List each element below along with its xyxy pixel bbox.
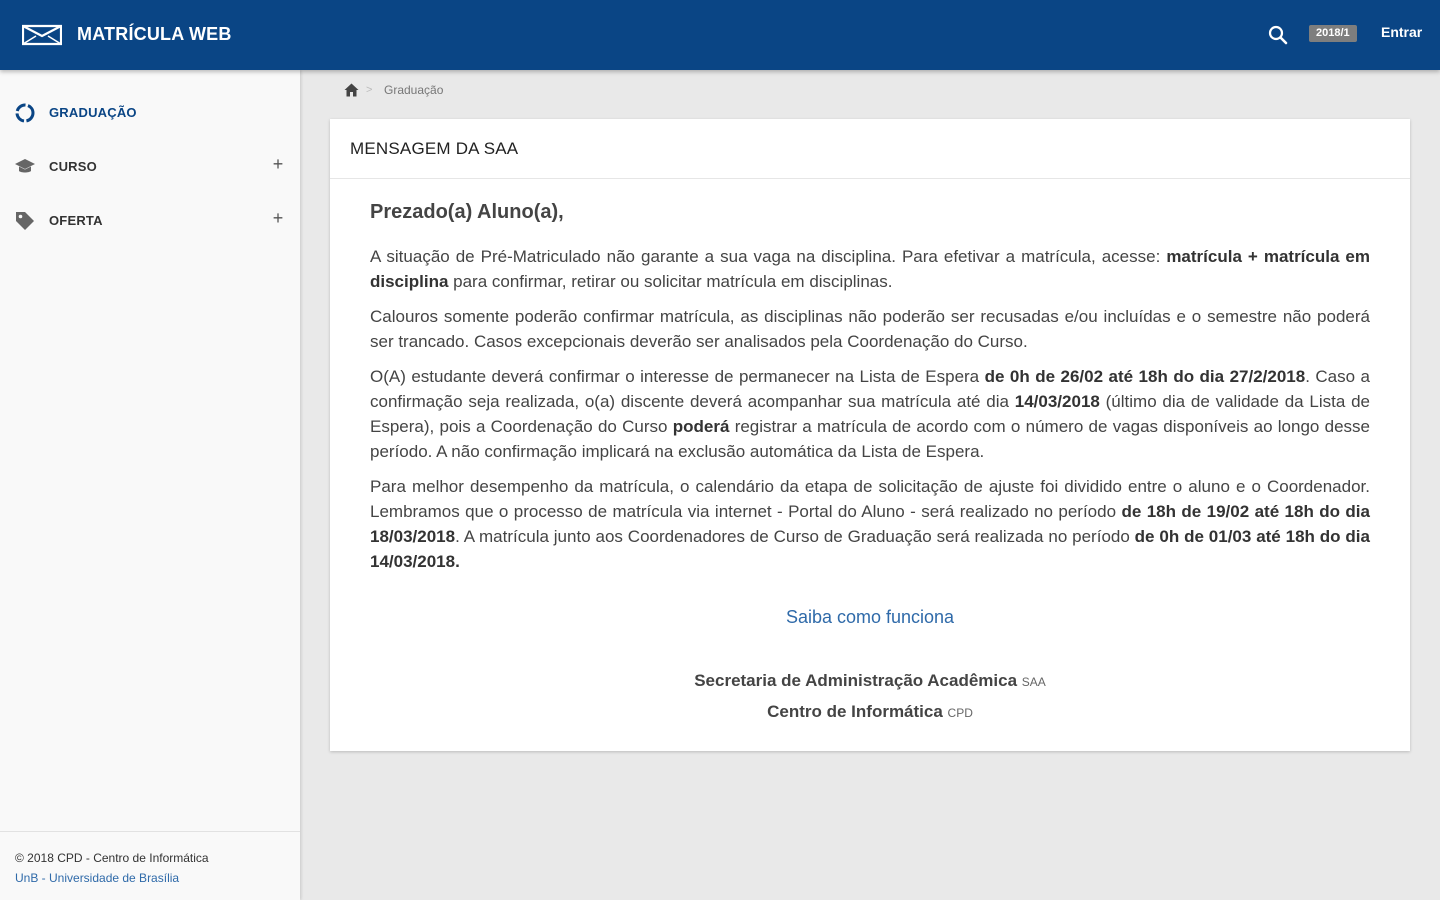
paragraph-calendario: Para melhor desempenho da matrícula, o c…: [370, 477, 1370, 571]
sidebar-item-curso[interactable]: CURSO +: [0, 146, 300, 186]
mortarboard-icon: [15, 159, 35, 173]
search-icon[interactable]: [1266, 23, 1290, 47]
card-body: Prezado(a) Aluno(a), A situação de Pré-M…: [330, 179, 1410, 728]
app-title[interactable]: MATRÍCULA WEB: [77, 24, 232, 45]
sidebar-footer: © 2018 CPD - Centro de Informática UnB -…: [0, 831, 300, 888]
sidebar-item-label: OFERTA: [49, 213, 103, 228]
breadcrumb-current: Graduação: [384, 83, 444, 97]
copyright-text: © 2018 CPD - Centro de Informática: [15, 851, 209, 865]
saiba-como-funciona-link[interactable]: Saiba como funciona: [370, 607, 1370, 628]
top-bar: MATRÍCULA WEB 2018/1 Entrar: [0, 0, 1440, 70]
paragraph-calouros: Calouros somente poderão confirmar matrí…: [370, 307, 1370, 351]
sidebar-item-label: CURSO: [49, 159, 97, 174]
expand-plus-icon[interactable]: +: [270, 155, 286, 173]
unb-logo-icon[interactable]: [22, 24, 62, 46]
home-icon[interactable]: [344, 83, 359, 97]
sidebar: GRADUAÇÃO CURSO + OFERTA + © 2018 CPD - …: [0, 70, 300, 900]
breadcrumb-separator: >: [366, 84, 373, 96]
semester-badge: 2018/1: [1309, 25, 1357, 42]
paragraph-prematricula: A situação de Pré-Matriculado não garant…: [370, 247, 1370, 291]
greeting: Prezado(a) Aluno(a),: [370, 201, 564, 223]
sidebar-item-label: GRADUAÇÃO: [49, 105, 137, 120]
signature-block: Secretaria de Administração Acadêmica SA…: [370, 666, 1370, 728]
sidebar-item-oferta[interactable]: OFERTA +: [0, 200, 300, 240]
unb-link[interactable]: UnB - Universidade de Brasília: [15, 868, 285, 888]
card-title: MENSAGEM DA SAA: [330, 119, 1410, 179]
signature-line: Secretaria de Administração Acadêmica SA…: [694, 671, 1046, 690]
signature-line: Centro de Informática CPD: [767, 702, 973, 721]
graduation-circle-icon: [15, 103, 35, 123]
expand-plus-icon[interactable]: +: [270, 209, 286, 227]
message-card: MENSAGEM DA SAA Prezado(a) Aluno(a), A s…: [330, 119, 1410, 751]
tag-icon: [16, 212, 34, 230]
paragraph-lista-espera: O(A) estudante deverá confirmar o intere…: [370, 367, 1370, 461]
sidebar-item-graduacao[interactable]: GRADUAÇÃO: [0, 92, 300, 132]
login-link[interactable]: Entrar: [1381, 24, 1422, 40]
